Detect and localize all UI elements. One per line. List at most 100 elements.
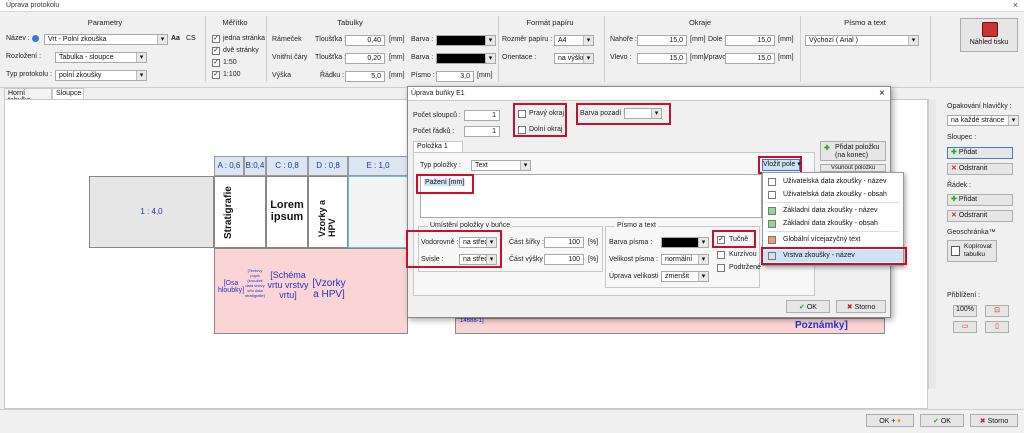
vpravo-input[interactable]: 15,0 (725, 53, 775, 64)
color-swatch (768, 191, 776, 199)
vertical-scrollbar[interactable] (928, 99, 936, 389)
vyska-label: Výška (272, 72, 292, 79)
typ-polozky-select[interactable]: Text (471, 160, 531, 171)
tab-polozka-1[interactable]: Položka 1 (413, 141, 463, 152)
kurzivou-checkbox[interactable] (717, 251, 725, 259)
pocet-sloupcu-input[interactable]: 1 (464, 110, 500, 121)
vrstva-highlight (761, 247, 907, 265)
barva-ramecek-select[interactable] (436, 35, 496, 46)
column-header-a[interactable]: A : 0,6 (214, 156, 244, 176)
sloupec-pridat-button[interactable]: ✚ Přidat (947, 147, 1013, 159)
column-header-d[interactable]: D : 0,8 (308, 156, 348, 176)
window-close-button[interactable]: × (1013, 0, 1018, 10)
pravy-okraj-checkbox[interactable] (518, 110, 526, 118)
dialog-ok-button[interactable]: ✔ OK (786, 300, 830, 313)
podtrzene-checkbox[interactable] (717, 264, 725, 272)
zoom-fit-button[interactable]: ⊡ (985, 305, 1009, 317)
vlevo-label: Vlevo : (610, 54, 632, 61)
radek-label: Řádek : (947, 182, 972, 189)
kopirovat-tabulku-label: Kopírovat tabulku (964, 243, 992, 258)
zoom-page-button[interactable]: ▯ (985, 321, 1009, 333)
barva-pozadi-select[interactable] (624, 108, 662, 119)
velikost-pisma-select[interactable]: normální (661, 254, 709, 265)
unit-mm: [mm] (389, 72, 405, 79)
sheet-cell-d[interactable]: Vzorky a HPV (308, 176, 348, 248)
globe-icon[interactable] (32, 35, 39, 42)
menu-item-zakladni-obsah[interactable]: Základní data zkoušky - obsah (763, 218, 903, 230)
footer-storno-button[interactable]: ✖ Storno (970, 414, 1018, 427)
ok-plus-button[interactable]: OK + ▾ (866, 414, 914, 427)
sloupec-odstranit-button[interactable]: ✕ Odstranit (947, 163, 1013, 175)
orientace-select[interactable]: na výšku (554, 53, 594, 64)
barva-vnitrni-select[interactable] (436, 53, 496, 64)
radku-input[interactable]: 5,0 (345, 71, 385, 82)
jedna-stranka-checkbox[interactable]: ✓ (212, 35, 220, 43)
vodorovne-select[interactable]: na střed (459, 237, 497, 248)
tucne-checkbox[interactable]: ✓ (717, 236, 725, 244)
tloustka-ramecek-input[interactable]: 0,40 (345, 35, 385, 46)
vlozit-pole-button[interactable]: Vložit pole ▾ (762, 159, 801, 171)
tloustka-vnitrni-input[interactable]: 0,20 (345, 53, 385, 64)
cast-sirky-label: Část šířky : (509, 239, 545, 246)
cancel-icon: ✖ (979, 418, 986, 425)
nahore-input[interactable]: 15,0 (637, 35, 687, 46)
dialog-ok-label: OK (806, 304, 817, 311)
unit-mm: [mm] (690, 36, 706, 43)
dialog-close-button[interactable]: × (879, 88, 885, 99)
dialog-storno-button[interactable]: ✖ Storno (836, 300, 886, 313)
language-label[interactable]: CS (186, 35, 196, 42)
radku-label: Řádku : (320, 72, 345, 79)
opakovani-select[interactable]: na každé stránce (947, 115, 1019, 126)
nazev-select[interactable]: Vrt - Polní zkouška (44, 34, 168, 45)
pazeni-field-token[interactable]: Pažení [mm] (424, 179, 466, 186)
plus-icon: ✚ (824, 145, 830, 152)
radek-pridat-button[interactable]: ✚ Přidat (947, 194, 1013, 206)
vsunout-polozku-button[interactable]: Vsunout položku (820, 164, 886, 172)
sheet-cell-ab[interactable]: Stratigrafie (214, 176, 266, 248)
tloustka-label: Tloušťka : (315, 36, 347, 43)
uprava-velikosti-select[interactable]: zmenšit (661, 271, 709, 282)
dve-stranky-checkbox[interactable]: ✓ (212, 47, 220, 55)
menu-item-uzivatelska-obsah[interactable]: Uživatelská data zkoušky - obsah (763, 189, 903, 201)
plus-icon: ✚ (951, 149, 957, 156)
menu-divider (767, 231, 899, 232)
menu-item-uzivatelska-nazev[interactable]: Uživatelská data zkoušky - název (763, 176, 903, 188)
footer-ok-button[interactable]: ✔ OK (920, 414, 964, 427)
kopirovat-tabulku-button[interactable]: Kopírovat tabulku (947, 240, 997, 262)
cast-vysky-input[interactable]: 100 (544, 254, 584, 265)
row-header-1[interactable]: 1 : 4,0 (89, 176, 214, 248)
dolni-okraj-checkbox[interactable] (518, 126, 526, 134)
column-header-c[interactable]: C : 0,8 (266, 156, 308, 176)
plus-icon: ✚ (951, 196, 957, 203)
rozmer-papiru-select[interactable]: A4 (554, 35, 594, 46)
pocet-radku-input[interactable]: 1 (464, 126, 500, 137)
menu-item-globalni-text[interactable]: Globální vícejazyčný text (763, 234, 903, 246)
scale-1-50-label: 1:50 (223, 59, 237, 66)
barva-pisma-select[interactable] (661, 237, 709, 248)
lorem-ipsum-text[interactable]: Lorem ipsum (266, 176, 308, 248)
column-header-e[interactable]: E : 1,0 (348, 156, 408, 176)
column-header-b[interactable]: B:0,4 (244, 156, 266, 176)
dole-input[interactable]: 15,0 (725, 35, 775, 46)
tab-sloupce[interactable]: Sloupce (52, 88, 84, 99)
cast-sirky-input[interactable]: 100 (544, 237, 584, 248)
typ-protokolu-select[interactable]: polní zkoušky (55, 70, 147, 81)
vlevo-input[interactable]: 15,0 (637, 53, 687, 64)
tab-horni-tabulka[interactable]: Horní tabulka (4, 88, 52, 104)
pismo-size-input[interactable]: 3,0 (436, 71, 474, 82)
scale-1-50-checkbox[interactable]: ✓ (212, 59, 220, 67)
svisle-select[interactable]: na střed (459, 254, 497, 265)
menu-item-zakladni-nazev[interactable]: Základní data zkoušky - název (763, 205, 903, 217)
font-icon[interactable]: Aa (171, 35, 180, 42)
pridat-polozku-button[interactable]: ✚ Přidat položku (na konec) (820, 141, 886, 161)
zoom-width-button[interactable]: ▭ (953, 321, 977, 333)
percent-unit: [%] (588, 239, 599, 246)
nahled-tisku-button[interactable]: Náhled tisku (960, 18, 1018, 52)
radek-odstranit-button[interactable]: ✕ Odstranit (947, 210, 1013, 222)
pismo-select[interactable]: Výchozí ( Arial ) (805, 35, 919, 46)
rozlozeni-select[interactable]: Tabulka - sloupce (55, 52, 147, 63)
scale-1-100-checkbox[interactable]: ✓ (212, 71, 220, 79)
sheet-cell-e-selected[interactable] (348, 176, 408, 248)
tloustka-label: Tloušťka : (315, 54, 347, 61)
zoom-100-button[interactable]: 100% (953, 305, 977, 317)
